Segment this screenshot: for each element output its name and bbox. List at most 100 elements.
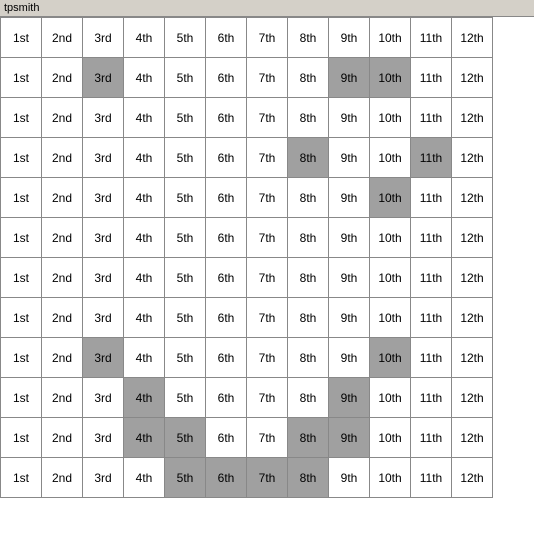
table-cell[interactable]: 6th [206, 98, 247, 138]
table-cell[interactable]: 9th [329, 258, 370, 298]
table-cell[interactable]: 5th [165, 218, 206, 258]
table-cell[interactable]: 7th [247, 258, 288, 298]
table-cell[interactable]: 9th [329, 58, 370, 98]
table-cell[interactable]: 9th [329, 458, 370, 498]
table-cell[interactable]: 1st [1, 258, 42, 298]
table-cell[interactable]: 9th [329, 378, 370, 418]
table-cell[interactable]: 3rd [83, 218, 124, 258]
table-cell[interactable]: 4th [124, 58, 165, 98]
table-cell[interactable]: 11th [411, 98, 452, 138]
table-cell[interactable]: 3rd [83, 178, 124, 218]
table-cell[interactable]: 11th [411, 58, 452, 98]
table-cell[interactable]: 12th [452, 418, 493, 458]
table-cell[interactable]: 9th [329, 138, 370, 178]
table-cell[interactable]: 7th [247, 98, 288, 138]
table-cell[interactable]: 11th [411, 378, 452, 418]
table-cell[interactable]: 10th [370, 58, 411, 98]
table-cell[interactable]: 12th [452, 58, 493, 98]
table-cell[interactable]: 12th [452, 458, 493, 498]
table-cell[interactable]: 8th [288, 18, 329, 58]
table-cell[interactable]: 3rd [83, 378, 124, 418]
table-cell[interactable]: 5th [165, 178, 206, 218]
table-cell[interactable]: 1st [1, 178, 42, 218]
table-cell[interactable]: 1st [1, 298, 42, 338]
table-cell[interactable]: 6th [206, 418, 247, 458]
table-cell[interactable]: 12th [452, 138, 493, 178]
table-cell[interactable]: 10th [370, 338, 411, 378]
table-cell[interactable]: 11th [411, 338, 452, 378]
table-cell[interactable]: 11th [411, 458, 452, 498]
table-cell[interactable]: 9th [329, 98, 370, 138]
table-cell[interactable]: 12th [452, 98, 493, 138]
table-cell[interactable]: 7th [247, 178, 288, 218]
table-cell[interactable]: 9th [329, 218, 370, 258]
table-cell[interactable]: 12th [452, 178, 493, 218]
table-cell[interactable]: 9th [329, 178, 370, 218]
table-cell[interactable]: 5th [165, 138, 206, 178]
table-cell[interactable]: 8th [288, 138, 329, 178]
table-cell[interactable]: 4th [124, 458, 165, 498]
table-cell[interactable]: 5th [165, 258, 206, 298]
table-cell[interactable]: 6th [206, 338, 247, 378]
table-cell[interactable]: 10th [370, 378, 411, 418]
table-cell[interactable]: 2nd [42, 218, 83, 258]
table-cell[interactable]: 9th [329, 418, 370, 458]
table-cell[interactable]: 3rd [83, 258, 124, 298]
table-cell[interactable]: 12th [452, 298, 493, 338]
table-cell[interactable]: 12th [452, 218, 493, 258]
table-cell[interactable]: 10th [370, 258, 411, 298]
table-cell[interactable]: 3rd [83, 418, 124, 458]
table-cell[interactable]: 1st [1, 58, 42, 98]
table-cell[interactable]: 8th [288, 58, 329, 98]
table-cell[interactable]: 4th [124, 338, 165, 378]
table-cell[interactable]: 7th [247, 58, 288, 98]
table-cell[interactable]: 6th [206, 58, 247, 98]
table-cell[interactable]: 2nd [42, 458, 83, 498]
table-cell[interactable]: 9th [329, 338, 370, 378]
grid-container[interactable]: 1st2nd3rd4th5th6th7th8th9th10th11th12th1… [0, 17, 534, 551]
table-cell[interactable]: 4th [124, 138, 165, 178]
table-cell[interactable]: 10th [370, 458, 411, 498]
table-cell[interactable]: 1st [1, 98, 42, 138]
table-cell[interactable]: 1st [1, 338, 42, 378]
table-cell[interactable]: 5th [165, 378, 206, 418]
table-cell[interactable]: 10th [370, 298, 411, 338]
table-cell[interactable]: 12th [452, 338, 493, 378]
table-cell[interactable]: 7th [247, 218, 288, 258]
table-cell[interactable]: 5th [165, 98, 206, 138]
table-cell[interactable]: 9th [329, 298, 370, 338]
table-cell[interactable]: 7th [247, 338, 288, 378]
table-cell[interactable]: 4th [124, 98, 165, 138]
table-cell[interactable]: 2nd [42, 178, 83, 218]
table-cell[interactable]: 12th [452, 378, 493, 418]
table-cell[interactable]: 11th [411, 178, 452, 218]
table-cell[interactable]: 1st [1, 458, 42, 498]
table-cell[interactable]: 5th [165, 418, 206, 458]
table-cell[interactable]: 7th [247, 458, 288, 498]
table-cell[interactable]: 4th [124, 18, 165, 58]
table-cell[interactable]: 8th [288, 338, 329, 378]
table-cell[interactable]: 4th [124, 178, 165, 218]
table-cell[interactable]: 2nd [42, 418, 83, 458]
table-cell[interactable]: 5th [165, 298, 206, 338]
table-cell[interactable]: 8th [288, 378, 329, 418]
table-cell[interactable]: 2nd [42, 58, 83, 98]
table-cell[interactable]: 8th [288, 178, 329, 218]
table-cell[interactable]: 11th [411, 418, 452, 458]
table-cell[interactable]: 3rd [83, 18, 124, 58]
table-cell[interactable]: 4th [124, 298, 165, 338]
table-cell[interactable]: 3rd [83, 458, 124, 498]
table-cell[interactable]: 10th [370, 178, 411, 218]
table-cell[interactable]: 3rd [83, 138, 124, 178]
table-cell[interactable]: 3rd [83, 98, 124, 138]
table-cell[interactable]: 6th [206, 458, 247, 498]
table-cell[interactable]: 4th [124, 218, 165, 258]
table-cell[interactable]: 4th [124, 418, 165, 458]
table-cell[interactable]: 11th [411, 18, 452, 58]
table-cell[interactable]: 2nd [42, 18, 83, 58]
table-cell[interactable]: 5th [165, 58, 206, 98]
table-cell[interactable]: 10th [370, 138, 411, 178]
table-cell[interactable]: 7th [247, 138, 288, 178]
table-cell[interactable]: 11th [411, 258, 452, 298]
table-cell[interactable]: 1st [1, 218, 42, 258]
